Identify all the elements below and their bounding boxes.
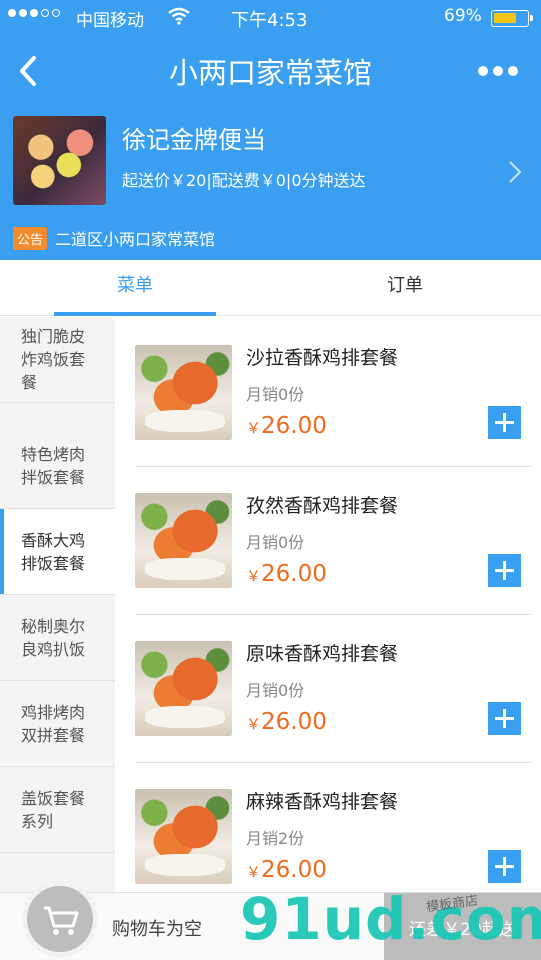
product-sales: 月销2份 <box>246 829 305 848</box>
product-item[interactable]: 孜然香酥鸡排套餐 月销0份 ￥26.00 <box>135 467 531 615</box>
add-to-cart-button[interactable] <box>488 406 521 439</box>
product-image <box>135 641 232 736</box>
category-item[interactable]: 鸡排烤肉双拼套餐 <box>0 681 115 767</box>
product-image <box>135 345 232 440</box>
shop-notice: 公告 二道区小两口家常菜馆 <box>13 226 215 250</box>
category-item[interactable]: 特色烤肉拌饭套餐 <box>0 423 115 509</box>
product-price: ￥26.00 <box>246 709 327 735</box>
product-list: 沙拉香酥鸡排套餐 月销0份 ￥26.00 孜然香酥鸡排套餐 月销0份 ￥26.0… <box>115 317 541 892</box>
category-item[interactable]: 盖饭套餐系列 <box>0 767 115 853</box>
signal-strength-icon <box>8 9 60 17</box>
category-label: 盖饭套餐系列 <box>21 788 86 831</box>
tab-orders[interactable]: 订单 <box>270 260 540 316</box>
battery-percent: 69% <box>444 6 482 26</box>
category-item-active[interactable]: 香酥大鸡排饭套餐 <box>0 509 115 595</box>
product-price: ￥26.00 <box>246 857 327 883</box>
chevron-right-icon[interactable] <box>508 160 522 184</box>
category-item[interactable]: 秘制奥尔良鸡扒饭 <box>0 595 115 681</box>
category-sidebar: 独门脆皮炸鸡饭套餐 特色烤肉拌饭套餐 香酥大鸡排饭套餐 秘制奥尔良鸡扒饭 鸡排烤… <box>0 317 115 892</box>
watermark-logo: 91ud.com <box>240 885 541 953</box>
more-dots-icon[interactable] <box>478 66 518 76</box>
category-label: 香酥大鸡排饭套餐 <box>21 530 86 573</box>
add-to-cart-button[interactable] <box>488 554 521 587</box>
clock-time: 下午4:53 <box>231 10 308 31</box>
shopping-cart-icon <box>44 906 79 935</box>
category-label: 独门脆皮炸鸡饭套餐 <box>21 327 86 392</box>
product-sales: 月销0份 <box>246 533 305 552</box>
notice-badge: 公告 <box>13 226 48 250</box>
add-to-cart-button[interactable] <box>488 702 521 735</box>
product-name: 麻辣香酥鸡排套餐 <box>246 791 399 813</box>
product-price: ￥26.00 <box>246 561 327 587</box>
tab-menu[interactable]: 菜单 <box>0 260 270 316</box>
product-sales: 月销0份 <box>246 385 305 404</box>
carrier-name: 中国移动 <box>76 11 144 31</box>
tab-active-indicator <box>54 312 216 316</box>
page-title: 小两口家常菜馆 <box>168 56 372 90</box>
category-label: 鸡排烤肉双拼套餐 <box>21 702 86 745</box>
category-label: 秘制奥尔良鸡扒饭 <box>21 616 86 659</box>
product-name: 孜然香酥鸡排套餐 <box>246 495 399 517</box>
product-item[interactable]: 原味香酥鸡排套餐 月销0份 ￥26.00 <box>135 615 531 763</box>
cart-empty-text: 购物车为空 <box>112 919 202 940</box>
cart-button[interactable] <box>22 881 98 957</box>
product-item[interactable]: 麻辣香酥鸡排套餐 月销2份 ￥26.00 <box>135 763 531 892</box>
shop-logo-image <box>13 116 106 205</box>
battery-icon <box>491 10 533 27</box>
product-sales: 月销0份 <box>246 681 305 700</box>
shop-delivery-info: 起送价￥20|配送费￥0|0分钟送达 <box>122 171 366 190</box>
product-name: 沙拉香酥鸡排套餐 <box>246 347 399 369</box>
category-item[interactable]: 独门脆皮炸鸡饭套餐 <box>0 317 115 403</box>
status-bar: 中国移动 下午4:53 69% <box>0 0 541 36</box>
product-image <box>135 493 232 588</box>
product-price: ￥26.00 <box>246 413 327 439</box>
wifi-icon <box>168 7 190 25</box>
product-image <box>135 789 232 884</box>
shop-header: 小两口家常菜馆 徐记金牌便当 起送价￥20|配送费￥0|0分钟送达 公告 二道区… <box>0 36 541 260</box>
category-label: 特色烤肉拌饭套餐 <box>21 444 86 487</box>
product-name: 原味香酥鸡排套餐 <box>246 643 399 665</box>
notice-text: 二道区小两口家常菜馆 <box>55 230 216 249</box>
product-item[interactable]: 沙拉香酥鸡排套餐 月销0份 ￥26.00 <box>135 319 531 467</box>
tab-bar: 菜单 订单 <box>0 260 541 316</box>
shop-name: 徐记金牌便当 <box>122 126 266 154</box>
add-to-cart-button[interactable] <box>488 850 521 883</box>
